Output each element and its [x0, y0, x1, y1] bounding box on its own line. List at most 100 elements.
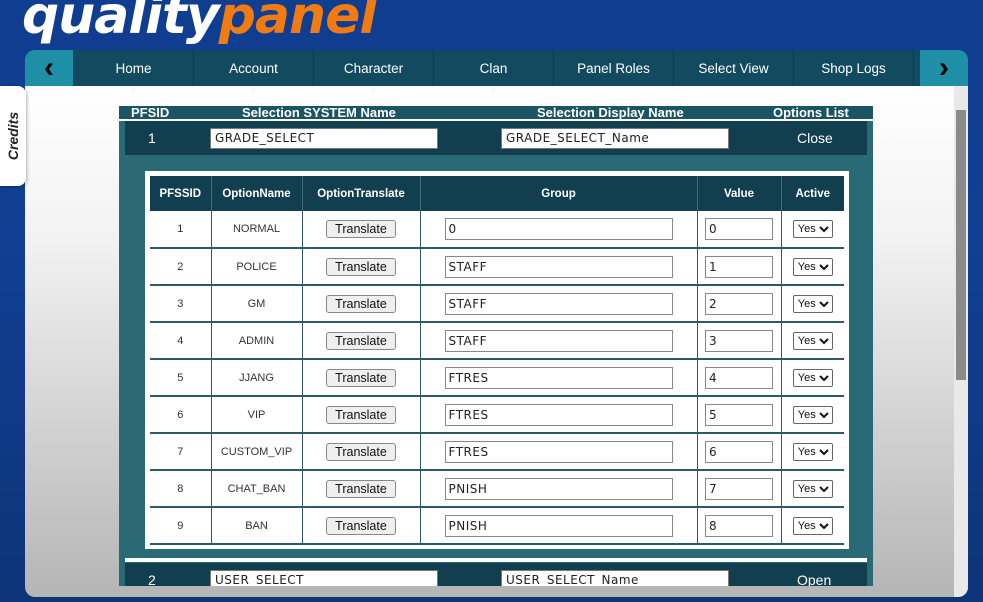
- translate-cell: Translate: [302, 396, 421, 434]
- value-input[interactable]: [705, 366, 773, 389]
- nav-item-shop-logs[interactable]: Shop Logs: [794, 50, 914, 86]
- active-select[interactable]: Yes: [792, 442, 833, 461]
- group-input[interactable]: [444, 255, 673, 278]
- chevron-right-icon[interactable]: ›: [920, 50, 968, 86]
- option-name: POLICE: [211, 248, 303, 286]
- nav-item-label: Select View: [698, 60, 769, 76]
- group-cell: [420, 470, 698, 508]
- value-cell: [697, 359, 782, 397]
- group-cell: [420, 285, 698, 323]
- scrollbar-thumb[interactable]: [956, 110, 966, 380]
- active-select[interactable]: Yes: [792, 405, 833, 424]
- active-select[interactable]: Yes: [792, 331, 833, 350]
- translate-button[interactable]: Translate: [326, 405, 396, 424]
- group-cell: [420, 359, 698, 397]
- column-header: Active: [781, 176, 844, 211]
- translate-button[interactable]: Translate: [326, 331, 396, 350]
- translate-cell: Translate: [302, 322, 421, 360]
- display-name-input[interactable]: GRADE_SELECT_Name: [501, 128, 729, 149]
- value-input[interactable]: [705, 514, 773, 537]
- group-input[interactable]: [444, 477, 673, 500]
- table-row: 8CHAT_BAN Translate Yes: [150, 470, 844, 508]
- translate-button[interactable]: Translate: [326, 516, 396, 535]
- logo-part-panel: panel: [218, 0, 377, 46]
- translate-button[interactable]: Translate: [326, 257, 396, 276]
- credits-label: Credits: [5, 111, 21, 161]
- option-name: VIP: [211, 396, 303, 434]
- option-name: CHAT_BAN: [211, 470, 303, 508]
- active-select[interactable]: Yes: [792, 294, 833, 313]
- caret-down-icon: ▼: [370, 87, 377, 94]
- value-input[interactable]: [705, 292, 773, 315]
- close-options-link[interactable]: Close: [797, 130, 833, 146]
- option-id: 7: [150, 433, 212, 471]
- translate-button[interactable]: Translate: [326, 442, 396, 461]
- selection-row: 1 GRADE_SELECT GRADE_SELECT_Name Close: [125, 121, 867, 155]
- active-cell: Yes: [781, 396, 844, 434]
- value-input[interactable]: [705, 329, 773, 352]
- group-input[interactable]: [444, 292, 673, 315]
- group-input[interactable]: [444, 514, 673, 537]
- display-name-input[interactable]: USER_SELECT_Name: [501, 570, 729, 586]
- logo-part-quality: quality: [22, 0, 220, 46]
- group-input[interactable]: [444, 366, 673, 389]
- nav-item-label: Character: [343, 60, 404, 76]
- options-table: PFSSID OptionName OptionTranslate Group Valu…: [150, 176, 844, 545]
- group-input[interactable]: [444, 440, 673, 463]
- column-header: PFSSID: [150, 176, 212, 211]
- vertical-scrollbar[interactable]: [954, 86, 968, 597]
- selection-row: 2 USER_SELECT USER_SELECT_Name Open: [125, 563, 867, 586]
- active-select[interactable]: Yes: [792, 479, 833, 498]
- active-select[interactable]: Yes: [792, 220, 833, 238]
- chevron-left-icon[interactable]: ‹: [25, 50, 73, 86]
- value-input[interactable]: [705, 218, 773, 240]
- active-cell: Yes: [781, 359, 844, 397]
- header-display-name: Selection Display Name: [537, 106, 684, 120]
- translate-button[interactable]: Translate: [326, 479, 396, 498]
- option-id: 3: [150, 285, 212, 323]
- translate-button[interactable]: Translate: [326, 368, 396, 387]
- value-input[interactable]: [705, 477, 773, 500]
- option-name: NORMAL: [211, 211, 303, 249]
- nav-item-panel-roles[interactable]: Panel Roles: [554, 50, 674, 86]
- nav-item-character[interactable]: Character ▼: [314, 50, 434, 96]
- system-name-input[interactable]: USER_SELECT: [210, 570, 438, 586]
- nav-item-label: Account: [229, 60, 278, 76]
- selection-id: 2: [148, 572, 156, 586]
- group-input[interactable]: [444, 329, 673, 352]
- active-cell: Yes: [781, 211, 844, 249]
- value-input[interactable]: [705, 403, 773, 426]
- column-header: OptionName: [211, 176, 303, 211]
- value-input[interactable]: [705, 440, 773, 463]
- value-input[interactable]: [705, 255, 773, 278]
- nav-item-select-view[interactable]: Select View: [674, 50, 794, 86]
- quality-panel-logo: qualitypanel: [22, 0, 377, 46]
- open-options-link[interactable]: Open: [797, 572, 831, 586]
- active-cell: Yes: [781, 507, 844, 545]
- column-header: OptionTranslate: [302, 176, 421, 211]
- active-select[interactable]: Yes: [792, 516, 833, 535]
- nav-item-clan[interactable]: Clan ▼: [434, 50, 554, 96]
- nav-item-account[interactable]: Account ▼: [194, 50, 314, 96]
- translate-cell: Translate: [302, 507, 421, 545]
- caret-down-icon: ▼: [490, 87, 497, 94]
- system-name-input[interactable]: GRADE_SELECT: [210, 128, 438, 149]
- table-row: 6VIP Translate Yes: [150, 396, 844, 434]
- active-select[interactable]: Yes: [792, 368, 833, 387]
- group-input[interactable]: [444, 403, 673, 426]
- selection-header-row: PFSID Selection SYSTEM Name Selection Di…: [119, 106, 873, 121]
- option-name: GM: [211, 285, 303, 323]
- translate-button[interactable]: Translate: [326, 220, 396, 238]
- active-cell: Yes: [781, 248, 844, 286]
- active-cell: Yes: [781, 285, 844, 323]
- option-name: BAN: [211, 507, 303, 545]
- group-input[interactable]: [444, 218, 673, 240]
- option-id: 1: [150, 211, 212, 249]
- divider: [125, 558, 867, 562]
- credits-tab[interactable]: Credits: [0, 86, 26, 186]
- translate-button[interactable]: Translate: [326, 294, 396, 313]
- active-select[interactable]: Yes: [792, 257, 833, 276]
- active-cell: Yes: [781, 322, 844, 360]
- nav-item-home[interactable]: Home ▼: [74, 50, 194, 96]
- value-cell: [697, 322, 782, 360]
